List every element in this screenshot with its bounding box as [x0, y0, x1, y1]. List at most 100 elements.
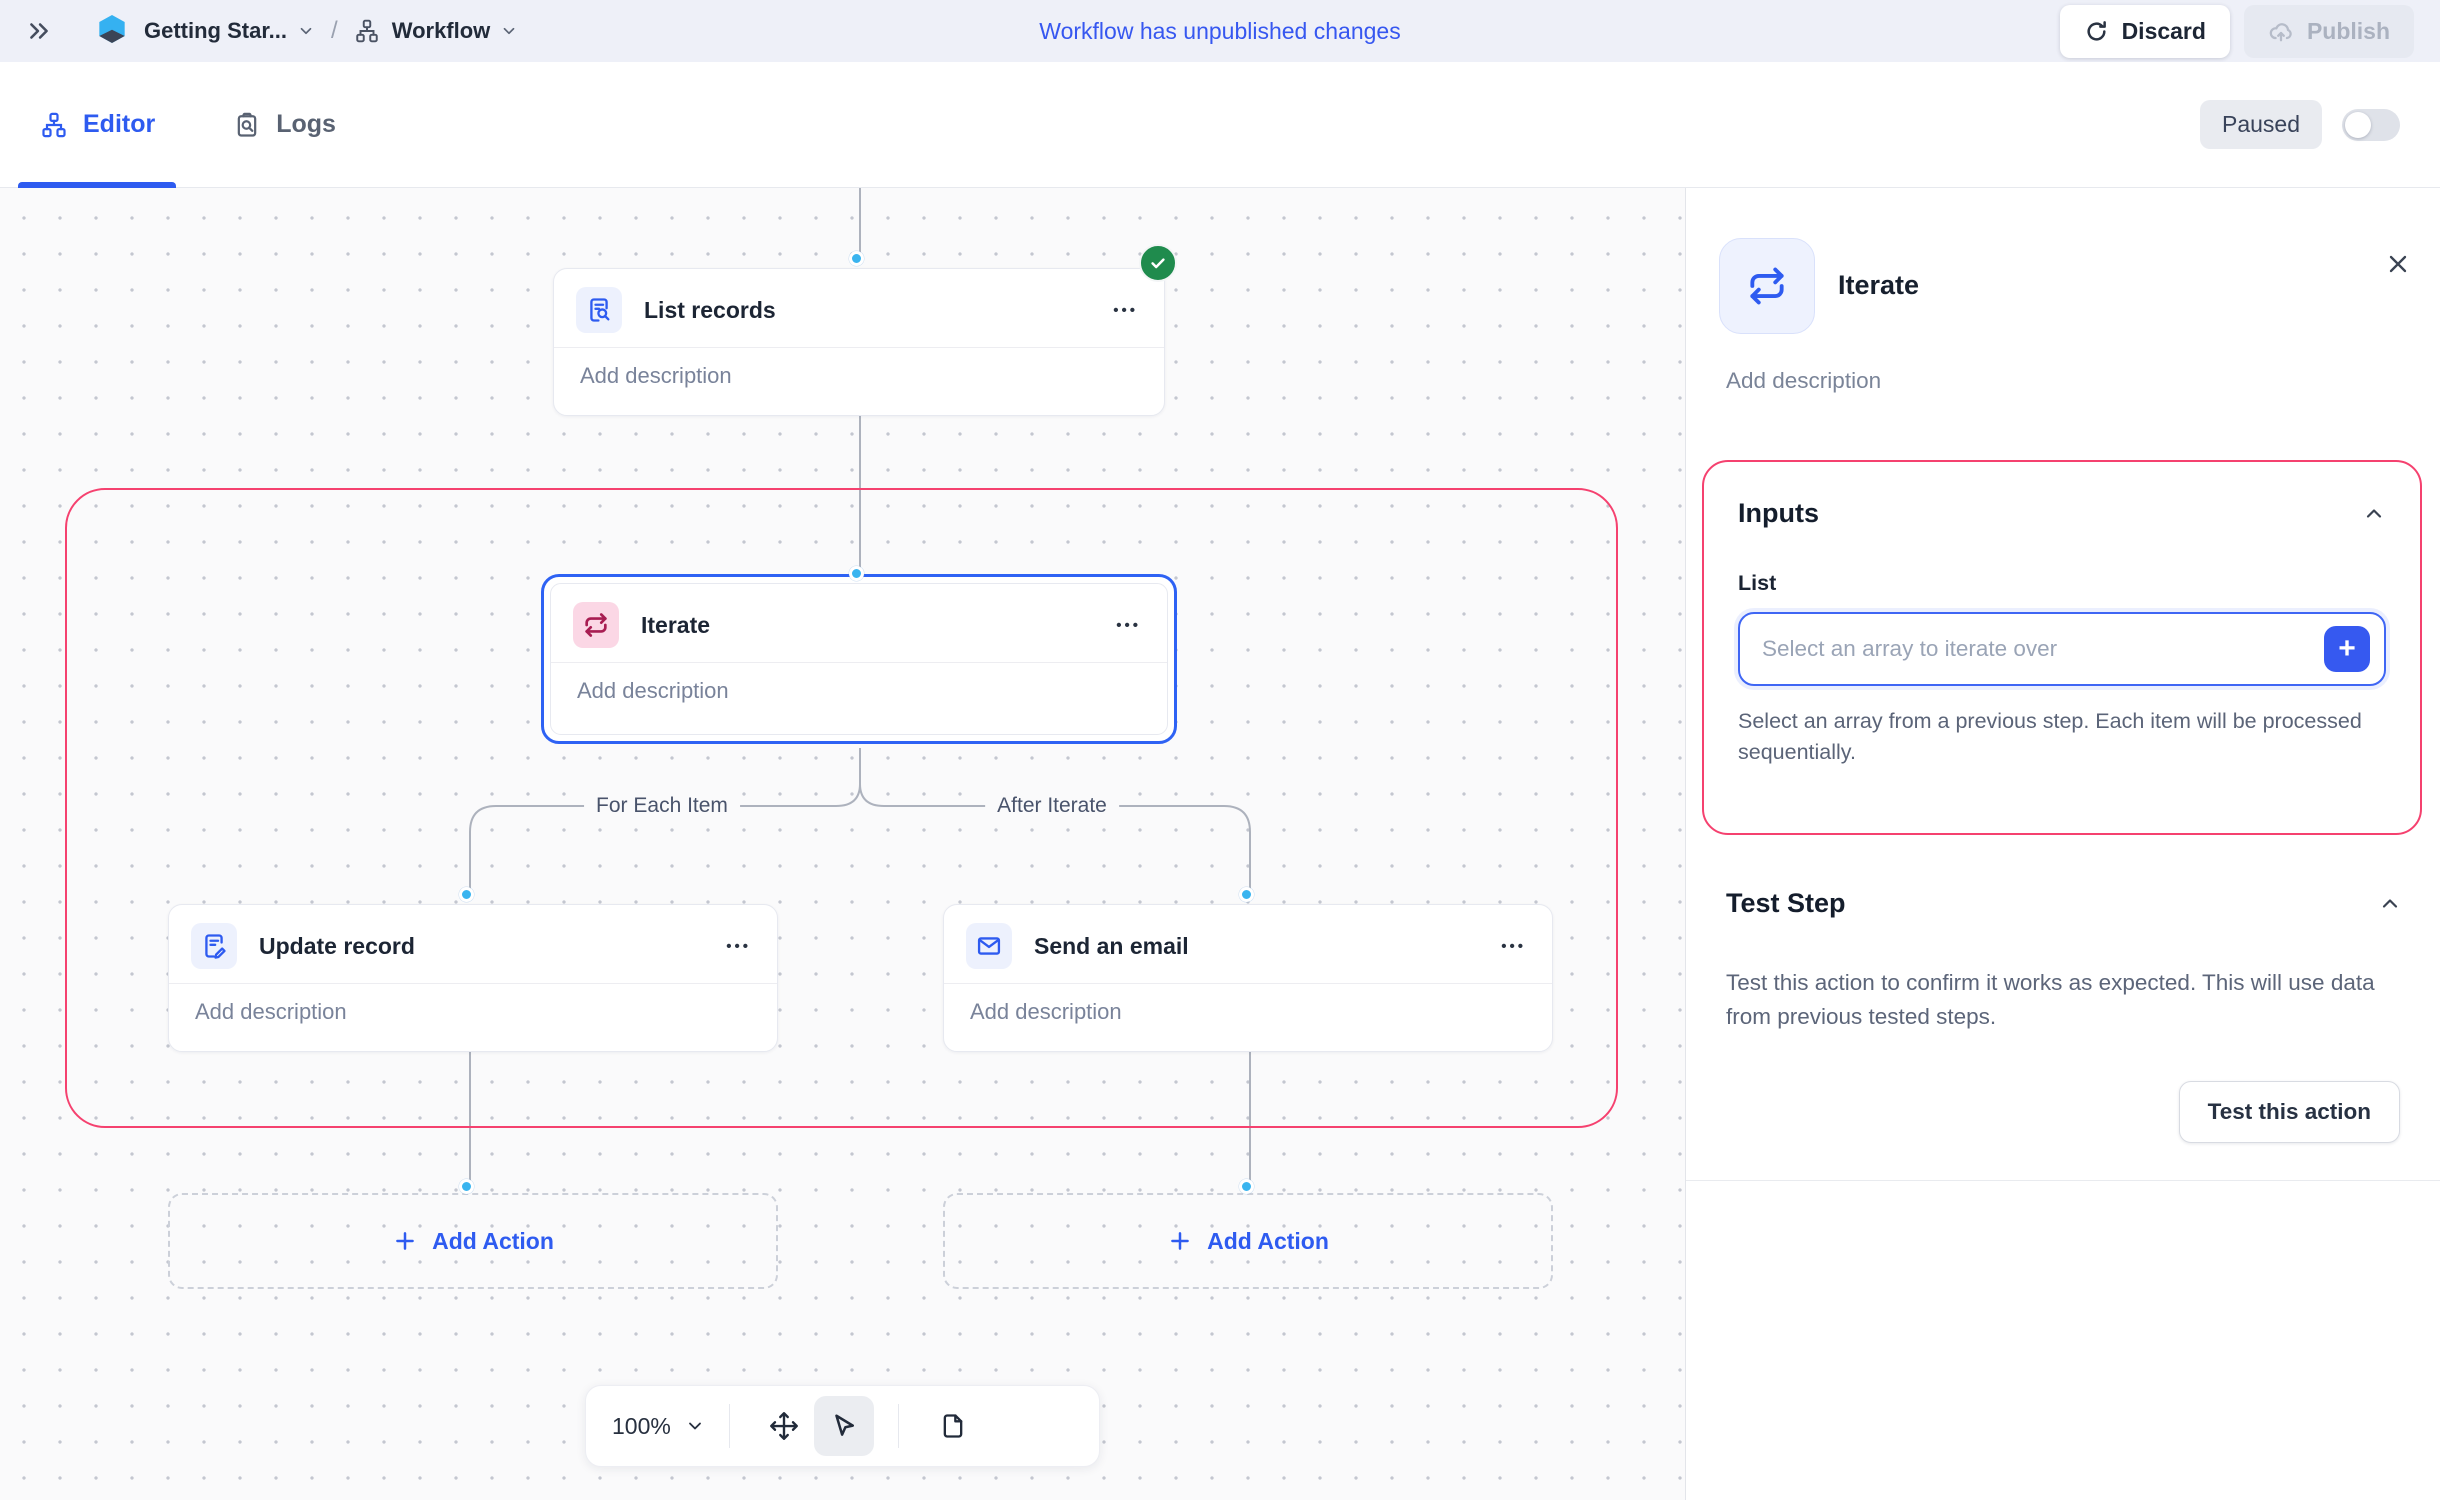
add-action-label: Add Action	[1207, 1228, 1329, 1255]
paused-badge: Paused	[2200, 100, 2322, 149]
inputs-heading: Inputs	[1738, 498, 1819, 529]
node-title: Send an email	[1034, 933, 1189, 960]
email-icon	[966, 923, 1012, 969]
node-description[interactable]: Add description	[944, 984, 1552, 1040]
node-iterate[interactable]: Iterate ••• Add description	[550, 583, 1168, 735]
toggle-knob	[2345, 112, 2371, 138]
paused-control: Paused	[2200, 100, 2400, 149]
connector-dot[interactable]	[1239, 887, 1254, 902]
chevron-up-icon[interactable]	[2378, 892, 2402, 916]
breadcrumb: Getting Star... / Workflow	[52, 13, 518, 50]
refresh-icon	[2084, 19, 2109, 44]
pan-tool-button[interactable]	[754, 1396, 814, 1456]
iterate-icon	[1719, 238, 1815, 334]
update-record-icon	[191, 923, 237, 969]
iterate-icon	[573, 602, 619, 648]
panel-divider	[1686, 1180, 2440, 1181]
chevron-down-icon	[685, 1416, 705, 1436]
chevron-up-icon[interactable]	[2362, 502, 2386, 526]
notes-tool-button[interactable]	[923, 1396, 983, 1456]
move-icon	[769, 1411, 799, 1441]
base-cube-icon	[96, 13, 128, 50]
panel-title: Iterate	[1838, 270, 1919, 301]
discard-button[interactable]: Discard	[2060, 5, 2230, 58]
add-action-button-right[interactable]: Add Action	[943, 1193, 1553, 1289]
cloud-upload-icon	[2268, 18, 2294, 44]
breadcrumb-base-name[interactable]: Getting Star...	[144, 18, 287, 44]
add-action-button-left[interactable]: Add Action	[168, 1193, 778, 1289]
node-title: Iterate	[641, 612, 710, 639]
success-check-badge	[1139, 244, 1177, 282]
step-config-panel: Iterate Add description Inputs List + Se…	[1685, 188, 2440, 1500]
branch-label-after-iterate: After Iterate	[985, 790, 1119, 822]
node-description[interactable]: Add description	[551, 663, 1167, 719]
list-field-label: List	[1738, 571, 2386, 596]
cursor-icon	[829, 1411, 859, 1441]
connector-dot[interactable]	[849, 251, 864, 266]
tab-logs[interactable]: Logs	[233, 110, 336, 139]
node-header: Iterate •••	[551, 584, 1167, 662]
tab-logs-label: Logs	[276, 110, 336, 139]
unpublished-changes-status: Workflow has unpublished changes	[1039, 18, 1400, 45]
more-menu-icon[interactable]: •••	[1501, 938, 1526, 955]
list-records-icon	[576, 287, 622, 333]
add-action-label: Add Action	[432, 1228, 554, 1255]
editor-workflow-icon	[40, 111, 68, 139]
publish-label: Publish	[2307, 18, 2390, 45]
inputs-section: Inputs List + Select an array from a pre…	[1702, 460, 2422, 835]
node-title: List records	[644, 297, 776, 324]
node-send-email[interactable]: Send an email ••• Add description	[943, 904, 1553, 1052]
discard-label: Discard	[2122, 18, 2206, 45]
breadcrumb-separator: /	[331, 17, 338, 45]
connector-dot[interactable]	[1239, 1179, 1254, 1194]
test-step-description: Test this action to confirm it works as …	[1726, 966, 2381, 1034]
workflow-icon	[354, 18, 380, 44]
branch-label-for-each-item: For Each Item	[584, 790, 740, 822]
tab-bar: Editor Logs Paused	[0, 62, 2440, 188]
list-field: +	[1738, 612, 2386, 686]
node-iterate-selected[interactable]: Iterate ••• Add description	[541, 574, 1177, 744]
paused-toggle[interactable]	[2342, 109, 2400, 141]
connector-dot[interactable]	[849, 566, 864, 581]
more-menu-icon[interactable]: •••	[1113, 302, 1138, 319]
topbar-actions: Discard Publish	[2060, 5, 2414, 58]
plus-icon	[1167, 1228, 1193, 1254]
toolbar-divider	[729, 1404, 730, 1448]
add-variable-button[interactable]: +	[2324, 626, 2370, 672]
list-field-helper-text: Select an array from a previous step. Ea…	[1738, 706, 2378, 768]
list-array-input[interactable]	[1762, 636, 2324, 662]
collapse-sidebar-icon[interactable]	[26, 18, 52, 44]
node-description[interactable]: Add description	[554, 348, 1164, 404]
node-description[interactable]: Add description	[169, 984, 777, 1040]
connector-dot[interactable]	[459, 887, 474, 902]
more-menu-icon[interactable]: •••	[1116, 617, 1141, 634]
node-list-records[interactable]: List records ••• Add description	[553, 268, 1165, 416]
connector-dot[interactable]	[459, 1179, 474, 1194]
tab-editor-label: Editor	[83, 110, 155, 139]
node-update-record[interactable]: Update record ••• Add description	[168, 904, 778, 1052]
toolbar-divider	[898, 1404, 899, 1448]
breadcrumb-workflow-name[interactable]: Workflow	[392, 18, 491, 44]
node-header: Send an email •••	[944, 905, 1552, 983]
chevron-down-icon[interactable]	[500, 22, 518, 40]
zoom-level-dropdown[interactable]: 100%	[612, 1413, 705, 1440]
zoom-level-value: 100%	[612, 1413, 671, 1440]
node-header: Update record •••	[169, 905, 777, 983]
logs-icon	[233, 111, 261, 139]
node-title: Update record	[259, 933, 415, 960]
canvas-toolbar: 100%	[585, 1385, 1100, 1467]
panel-description[interactable]: Add description	[1726, 368, 1881, 394]
main-area: List records ••• Add description Iterate…	[0, 188, 2440, 1500]
chevron-down-icon[interactable]	[297, 22, 315, 40]
tab-editor[interactable]: Editor	[40, 110, 155, 139]
node-header: List records •••	[554, 269, 1164, 347]
publish-button[interactable]: Publish	[2244, 5, 2414, 58]
select-tool-button[interactable]	[814, 1396, 874, 1456]
plus-icon	[392, 1228, 418, 1254]
more-menu-icon[interactable]: •••	[726, 938, 751, 955]
test-this-action-button[interactable]: Test this action	[2179, 1081, 2400, 1143]
workflow-canvas[interactable]: List records ••• Add description Iterate…	[0, 188, 1685, 1500]
file-icon	[939, 1412, 967, 1440]
close-icon[interactable]	[2384, 250, 2412, 283]
test-step-heading: Test Step	[1726, 888, 1846, 919]
